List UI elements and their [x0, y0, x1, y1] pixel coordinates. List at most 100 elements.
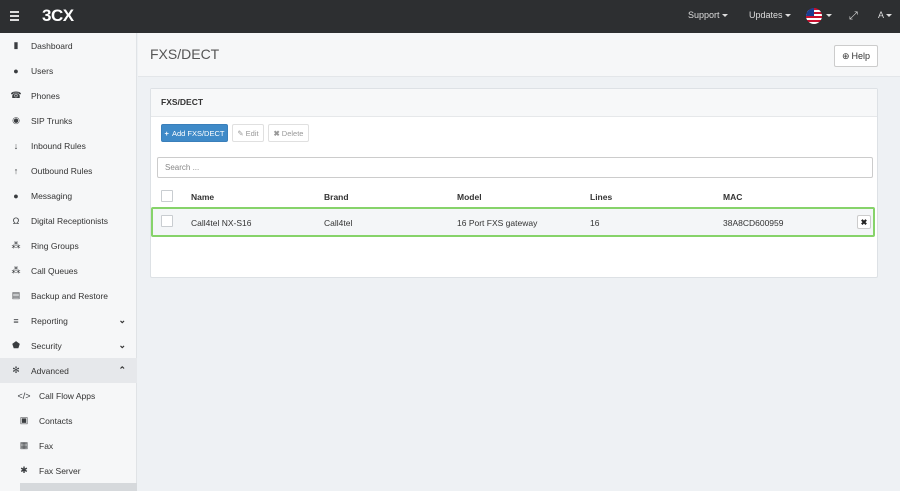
chevron-down-icon: ⌄ — [118, 315, 126, 325]
us-flag-icon[interactable] — [806, 8, 822, 24]
sidebar-item-label: Call Flow Apps — [39, 390, 96, 401]
arrow-up-icon: ↑ — [13, 165, 19, 176]
sidebar-item-phones[interactable]: ☎ Phones — [0, 83, 137, 108]
sidebar-item-inbound-rules[interactable]: ↓ Inbound Rules — [0, 133, 137, 158]
edit-button[interactable]: ✎ Edit — [232, 124, 264, 142]
sidebar-item-label: Phones — [31, 90, 60, 101]
sidebar-item-label: Backup and Restore — [31, 290, 109, 301]
panel-title: FXS/DECT — [151, 89, 877, 117]
chevron-up-icon: ⌃ — [118, 365, 126, 375]
sidebar-item-label: Messaging — [31, 190, 73, 201]
arrow-down-icon: ↓ — [13, 140, 19, 151]
sidebar-item-call-flow-apps[interactable]: </> Call Flow Apps — [0, 383, 137, 408]
sidebar-item-label: Users — [31, 65, 54, 76]
column-header-brand[interactable]: Brand — [324, 192, 349, 202]
sidebar-item-sip-trunks[interactable]: ◉ SIP Trunks — [0, 108, 137, 133]
sidebar: ▮ Dashboard ● Users ☎ Phones ◉ SIP Trunks ↓ I… — [0, 33, 137, 491]
edit-button-label: Edit — [245, 128, 259, 138]
sidebar-item-messaging[interactable]: ● Messaging — [0, 183, 137, 208]
delete-button-label: Delete — [281, 128, 304, 138]
bar-chart-icon: ▮ — [13, 40, 19, 50]
plus-icon: + — [164, 128, 169, 138]
main-content: FXS/DECT ⊕ Help FXS/DECT + Add FXS/DECT ✎ E… — [138, 33, 900, 491]
caret-down-icon — [826, 14, 832, 18]
fax-icon: ▦ — [19, 440, 29, 450]
globe-icon: ◉ — [12, 115, 20, 125]
row-delete-icon[interactable]: ✖ — [857, 215, 871, 229]
sidebar-item-label: Contacts — [39, 415, 73, 426]
sidebar-item-fax-server[interactable]: ✱ Fax Server — [0, 458, 137, 483]
headset-icon: Ω — [12, 215, 20, 226]
sidebar-item-label: Ring Groups — [31, 240, 79, 251]
sidebar-item-selected-partial[interactable] — [20, 483, 137, 491]
search-input[interactable] — [157, 157, 873, 178]
updates-menu-label: Updates — [749, 10, 783, 20]
column-header-name[interactable]: Name — [191, 192, 214, 202]
sidebar-item-label: Fax Server — [39, 465, 81, 476]
sidebar-item-call-queues[interactable]: ⁂ Call Queues — [0, 258, 137, 283]
page-title: FXS/DECT — [150, 46, 220, 62]
updates-menu[interactable]: Updates — [749, 10, 791, 20]
select-all-checkbox[interactable] — [161, 190, 173, 202]
cell-brand: Call4tel — [324, 218, 353, 228]
sidebar-item-label: Call Queues — [31, 265, 78, 276]
sidebar-item-label: Advanced — [31, 365, 69, 376]
help-button[interactable]: ⊕ Help — [834, 45, 878, 67]
users-icon: ⁂ — [11, 240, 21, 250]
sidebar-item-users[interactable]: ● Users — [0, 58, 137, 83]
row-checkbox[interactable] — [161, 215, 173, 227]
sidebar-item-label: Fax — [39, 440, 54, 451]
cell-model: 16 Port FXS gateway — [457, 218, 538, 228]
app-logo[interactable]: 3CX — [42, 6, 74, 26]
sidebar-item-dashboard[interactable]: ▮ Dashboard — [0, 33, 137, 58]
phone-icon: ☎ — [10, 90, 22, 100]
fax-server-icon: ✱ — [20, 465, 28, 475]
list-icon: ≡ — [13, 315, 19, 326]
cell-lines: 16 — [590, 218, 600, 228]
hamburger-menu-icon[interactable] — [8, 9, 22, 23]
group-icon: ⁂ — [11, 265, 21, 275]
add-button-label: Add FXS/DECT — [171, 128, 225, 138]
help-button-label: Help — [851, 51, 871, 61]
shield-icon: ⬟ — [12, 340, 20, 350]
sidebar-item-digital-receptionists[interactable]: Ω Digital Receptionists — [0, 208, 137, 233]
gear-icon: ✻ — [12, 365, 20, 375]
caret-down-icon — [784, 14, 791, 18]
user-menu[interactable]: A — [878, 10, 893, 20]
column-header-model[interactable]: Model — [457, 192, 482, 202]
sidebar-item-outbound-rules[interactable]: ↑ Outbound Rules — [0, 158, 137, 183]
sidebar-item-backup-and-restore[interactable]: ▤ Backup and Restore — [0, 283, 137, 308]
delete-button[interactable]: ✖ Delete — [268, 124, 309, 142]
code-icon: </> — [17, 390, 31, 401]
x-icon: ✖ — [273, 128, 280, 138]
chat-icon: ● — [13, 190, 19, 201]
fxs-dect-panel: FXS/DECT +Add FXS/DECT ✎Edit ✖Delete Nam… — [150, 88, 878, 278]
chevron-down-icon: ⌄ — [118, 340, 126, 350]
pencil-icon: ✎ — [237, 128, 244, 138]
column-header-lines[interactable]: Lines — [590, 192, 612, 202]
cell-name: Call4tel NX-S16 — [191, 218, 252, 228]
table-row[interactable]: Call4tel NX-S16 Call4tel 16 Port FXS gat… — [151, 207, 875, 237]
sidebar-item-label: Digital Receptionists — [31, 215, 109, 226]
expand-icon[interactable]: ⤢ — [849, 10, 858, 23]
contact-book-icon: ▣ — [19, 415, 29, 425]
sidebar-item-security[interactable]: ⬟ Security ⌄ — [0, 333, 137, 358]
column-header-mac[interactable]: MAC — [723, 192, 742, 202]
cell-mac: 38A8CD600959 — [723, 218, 784, 228]
add-fxs-dect-button[interactable]: + Add FXS/DECT — [161, 124, 228, 142]
sidebar-item-label: Security — [31, 340, 62, 351]
top-bar: 3CX Support Updates ⤢ A — [0, 0, 900, 33]
language-menu-caret[interactable] — [824, 10, 832, 20]
help-circle-icon: ⊕ — [841, 50, 850, 61]
sidebar-item-advanced[interactable]: ✻ Advanced ⌃ — [0, 358, 137, 383]
sidebar-item-fax[interactable]: ▦ Fax — [0, 433, 137, 458]
support-menu[interactable]: Support — [688, 10, 728, 20]
sidebar-item-ring-groups[interactable]: ⁂ Ring Groups — [0, 233, 137, 258]
sidebar-item-contacts[interactable]: ▣ Contacts — [0, 408, 137, 433]
sidebar-item-label: Reporting — [31, 315, 68, 326]
page-header: FXS/DECT ⊕ Help — [138, 33, 900, 77]
sidebar-item-label: Dashboard — [31, 40, 73, 51]
sidebar-item-label: Inbound Rules — [31, 140, 86, 151]
caret-down-icon — [721, 14, 728, 18]
sidebar-item-reporting[interactable]: ≡ Reporting ⌄ — [0, 308, 137, 333]
